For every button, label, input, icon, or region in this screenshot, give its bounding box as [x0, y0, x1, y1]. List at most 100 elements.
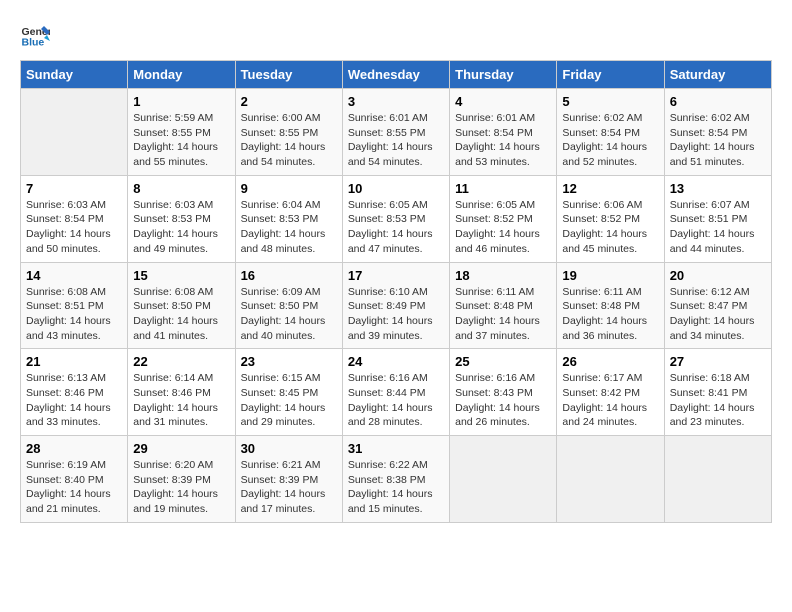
calendar-cell: 16 Sunrise: 6:09 AM Sunset: 8:50 PM Dayli… — [235, 262, 342, 349]
calendar-cell: 3 Sunrise: 6:01 AM Sunset: 8:55 PM Daylig… — [342, 89, 449, 176]
day-number: 22 — [133, 354, 229, 369]
calendar-cell: 19Sunrise: 6:11 AM Sunset: 8:48 PM Dayli… — [557, 262, 664, 349]
day-number: 30 — [241, 441, 337, 456]
calendar-cell: 20Sunrise: 6:12 AM Sunset: 8:47 PM Dayli… — [664, 262, 771, 349]
day-number: 13 — [670, 181, 766, 196]
calendar-cell: 29 Sunrise: 6:20 AM Sunset: 8:39 PM Dayli… — [128, 436, 235, 523]
calendar-cell: 23Sunrise: 6:15 AM Sunset: 8:45 PM Dayli… — [235, 349, 342, 436]
day-number: 23 — [241, 354, 337, 369]
logo: General Blue — [20, 20, 50, 50]
day-info: Sunrise: 6:05 AM Sunset: 8:52 PM Dayligh… — [455, 198, 551, 257]
calendar-table: SundayMondayTuesdayWednesdayThursdayFrid… — [20, 60, 772, 523]
day-info: Sunrise: 6:08 AM Sunset: 8:50 PM Dayligh… — [133, 285, 229, 344]
day-number: 26 — [562, 354, 658, 369]
week-row-1: 7 Sunrise: 6:03 AM Sunset: 8:54 PM Daylig… — [21, 175, 772, 262]
header-day-saturday: Saturday — [664, 61, 771, 89]
day-number: 3 — [348, 94, 444, 109]
day-number: 6 — [670, 94, 766, 109]
calendar-cell — [450, 436, 557, 523]
calendar-cell: 28 Sunrise: 6:19 AM Sunset: 8:40 PM Dayli… — [21, 436, 128, 523]
header-day-sunday: Sunday — [21, 61, 128, 89]
day-info: Sunrise: 6:06 AM Sunset: 8:52 PM Dayligh… — [562, 198, 658, 257]
day-number: 28 — [26, 441, 122, 456]
calendar-cell: 12 Sunrise: 6:06 AM Sunset: 8:52 PM Dayli… — [557, 175, 664, 262]
calendar-body: 1 Sunrise: 5:59 AM Sunset: 8:55 PM Daylig… — [21, 89, 772, 523]
day-number: 27 — [670, 354, 766, 369]
calendar-cell: 22 Sunrise: 6:14 AM Sunset: 8:46 PM Dayli… — [128, 349, 235, 436]
day-number: 12 — [562, 181, 658, 196]
day-number: 21 — [26, 354, 122, 369]
day-number: 25 — [455, 354, 551, 369]
calendar-cell: 15Sunrise: 6:08 AM Sunset: 8:50 PM Dayli… — [128, 262, 235, 349]
day-number: 8 — [133, 181, 229, 196]
calendar-cell: 6 Sunrise: 6:02 AM Sunset: 8:54 PM Daylig… — [664, 89, 771, 176]
day-info: Sunrise: 6:20 AM Sunset: 8:39 PM Dayligh… — [133, 458, 229, 517]
day-number: 9 — [241, 181, 337, 196]
calendar-cell: 18Sunrise: 6:11 AM Sunset: 8:48 PM Dayli… — [450, 262, 557, 349]
day-info: Sunrise: 6:17 AM Sunset: 8:42 PM Dayligh… — [562, 371, 658, 430]
day-info: Sunrise: 6:18 AM Sunset: 8:41 PM Dayligh… — [670, 371, 766, 430]
day-number: 31 — [348, 441, 444, 456]
day-number: 17 — [348, 268, 444, 283]
day-info: Sunrise: 6:03 AM Sunset: 8:53 PM Dayligh… — [133, 198, 229, 257]
day-info: Sunrise: 6:08 AM Sunset: 8:51 PM Dayligh… — [26, 285, 122, 344]
day-info: Sunrise: 6:10 AM Sunset: 8:49 PM Dayligh… — [348, 285, 444, 344]
header-row: SundayMondayTuesdayWednesdayThursdayFrid… — [21, 61, 772, 89]
day-info: Sunrise: 6:05 AM Sunset: 8:53 PM Dayligh… — [348, 198, 444, 257]
calendar-cell: 14 Sunrise: 6:08 AM Sunset: 8:51 PM Dayli… — [21, 262, 128, 349]
calendar-cell — [557, 436, 664, 523]
day-info: Sunrise: 6:16 AM Sunset: 8:43 PM Dayligh… — [455, 371, 551, 430]
header-day-monday: Monday — [128, 61, 235, 89]
day-info: Sunrise: 6:13 AM Sunset: 8:46 PM Dayligh… — [26, 371, 122, 430]
week-row-3: 21 Sunrise: 6:13 AM Sunset: 8:46 PM Dayli… — [21, 349, 772, 436]
header-day-thursday: Thursday — [450, 61, 557, 89]
calendar-cell: 17 Sunrise: 6:10 AM Sunset: 8:49 PM Dayli… — [342, 262, 449, 349]
day-number: 2 — [241, 94, 337, 109]
calendar-cell: 7 Sunrise: 6:03 AM Sunset: 8:54 PM Daylig… — [21, 175, 128, 262]
header-day-friday: Friday — [557, 61, 664, 89]
day-number: 10 — [348, 181, 444, 196]
calendar-cell: 5Sunrise: 6:02 AM Sunset: 8:54 PM Daylig… — [557, 89, 664, 176]
day-info: Sunrise: 6:00 AM Sunset: 8:55 PM Dayligh… — [241, 111, 337, 170]
calendar-cell: 4Sunrise: 6:01 AM Sunset: 8:54 PM Daylig… — [450, 89, 557, 176]
day-info: Sunrise: 5:59 AM Sunset: 8:55 PM Dayligh… — [133, 111, 229, 170]
calendar-cell: 21 Sunrise: 6:13 AM Sunset: 8:46 PM Dayli… — [21, 349, 128, 436]
week-row-2: 14 Sunrise: 6:08 AM Sunset: 8:51 PM Dayli… — [21, 262, 772, 349]
day-info: Sunrise: 6:11 AM Sunset: 8:48 PM Dayligh… — [562, 285, 658, 344]
day-number: 16 — [241, 268, 337, 283]
day-info: Sunrise: 6:01 AM Sunset: 8:55 PM Dayligh… — [348, 111, 444, 170]
day-info: Sunrise: 6:09 AM Sunset: 8:50 PM Dayligh… — [241, 285, 337, 344]
day-info: Sunrise: 6:19 AM Sunset: 8:40 PM Dayligh… — [26, 458, 122, 517]
day-info: Sunrise: 6:04 AM Sunset: 8:53 PM Dayligh… — [241, 198, 337, 257]
week-row-0: 1 Sunrise: 5:59 AM Sunset: 8:55 PM Daylig… — [21, 89, 772, 176]
header-day-wednesday: Wednesday — [342, 61, 449, 89]
week-row-4: 28 Sunrise: 6:19 AM Sunset: 8:40 PM Dayli… — [21, 436, 772, 523]
calendar-cell: 2 Sunrise: 6:00 AM Sunset: 8:55 PM Daylig… — [235, 89, 342, 176]
day-number: 1 — [133, 94, 229, 109]
calendar-cell — [21, 89, 128, 176]
calendar-cell: 26 Sunrise: 6:17 AM Sunset: 8:42 PM Dayli… — [557, 349, 664, 436]
day-info: Sunrise: 6:21 AM Sunset: 8:39 PM Dayligh… — [241, 458, 337, 517]
day-info: Sunrise: 6:22 AM Sunset: 8:38 PM Dayligh… — [348, 458, 444, 517]
calendar-header: SundayMondayTuesdayWednesdayThursdayFrid… — [21, 61, 772, 89]
header-day-tuesday: Tuesday — [235, 61, 342, 89]
day-info: Sunrise: 6:07 AM Sunset: 8:51 PM Dayligh… — [670, 198, 766, 257]
calendar-cell: 9 Sunrise: 6:04 AM Sunset: 8:53 PM Daylig… — [235, 175, 342, 262]
day-number: 7 — [26, 181, 122, 196]
logo-icon: General Blue — [20, 20, 50, 50]
day-info: Sunrise: 6:12 AM Sunset: 8:47 PM Dayligh… — [670, 285, 766, 344]
calendar-cell: 13 Sunrise: 6:07 AM Sunset: 8:51 PM Dayli… — [664, 175, 771, 262]
calendar-cell: 10 Sunrise: 6:05 AM Sunset: 8:53 PM Dayli… — [342, 175, 449, 262]
calendar-cell: 30 Sunrise: 6:21 AM Sunset: 8:39 PM Dayli… — [235, 436, 342, 523]
day-info: Sunrise: 6:02 AM Sunset: 8:54 PM Dayligh… — [562, 111, 658, 170]
day-info: Sunrise: 6:03 AM Sunset: 8:54 PM Dayligh… — [26, 198, 122, 257]
day-number: 14 — [26, 268, 122, 283]
day-number: 4 — [455, 94, 551, 109]
day-number: 29 — [133, 441, 229, 456]
day-number: 11 — [455, 181, 551, 196]
day-info: Sunrise: 6:14 AM Sunset: 8:46 PM Dayligh… — [133, 371, 229, 430]
calendar-cell — [664, 436, 771, 523]
calendar-cell: 1 Sunrise: 5:59 AM Sunset: 8:55 PM Daylig… — [128, 89, 235, 176]
day-info: Sunrise: 6:02 AM Sunset: 8:54 PM Dayligh… — [670, 111, 766, 170]
calendar-cell: 25 Sunrise: 6:16 AM Sunset: 8:43 PM Dayli… — [450, 349, 557, 436]
